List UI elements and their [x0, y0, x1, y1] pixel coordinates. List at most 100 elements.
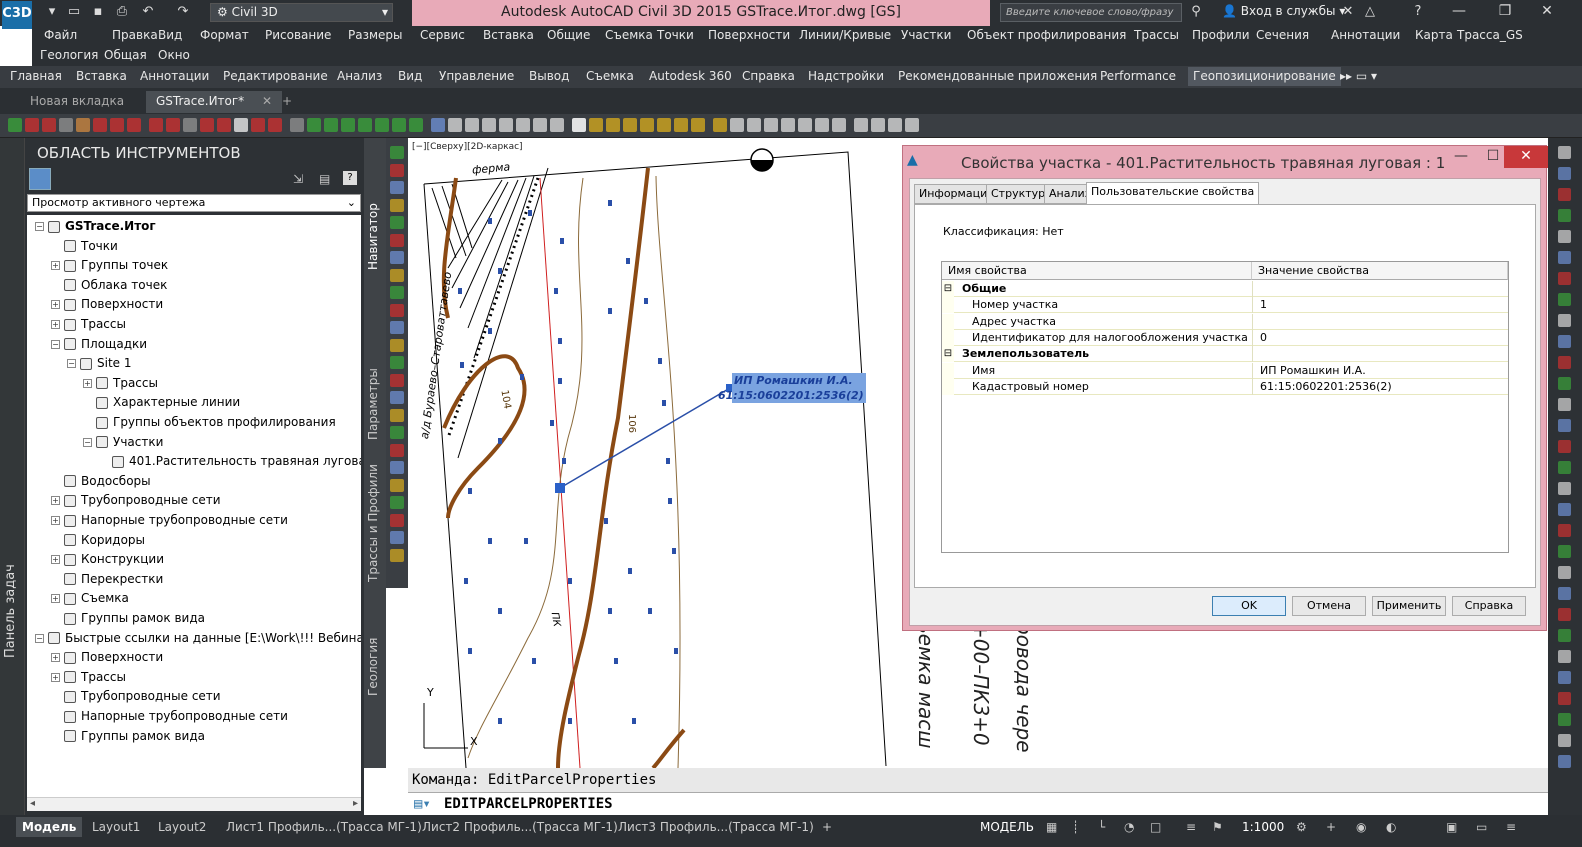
toolbar-tool-icon[interactable]	[691, 118, 705, 132]
ribbon-tab[interactable]: Аннотации	[140, 69, 209, 83]
draw-tool-icon[interactable]	[1558, 167, 1571, 180]
command-icon[interactable]: ▤▾	[414, 793, 431, 815]
tree-node[interactable]: + Конструкции	[51, 550, 164, 568]
menu-item[interactable]: Точки	[657, 28, 694, 42]
plus-icon[interactable]: +	[1320, 817, 1342, 837]
menu-item[interactable]: Профили	[1192, 28, 1250, 42]
layout-tab[interactable]: Лист2 Профиль...(Трасса МГ-1)	[416, 817, 624, 837]
palette-tool-icon[interactable]	[390, 268, 404, 282]
toolbar-tool-icon[interactable]	[431, 118, 445, 132]
toolbar-tool-icon[interactable]	[234, 118, 248, 132]
toolbar-tool-icon[interactable]	[409, 118, 423, 132]
annotation-scale[interactable]: 1:1000	[1236, 817, 1290, 837]
tree-node[interactable]: + Трассы	[51, 668, 126, 686]
expand-toggle-icon[interactable]: +	[51, 496, 60, 506]
layout-tab[interactable]: Модель	[16, 817, 83, 837]
menu-item[interactable]: Сервис	[420, 28, 465, 42]
clean-screen-icon[interactable]: ▭	[1470, 817, 1493, 837]
palette-tool-icon[interactable]	[390, 408, 404, 422]
menu-item[interactable]: Объект профилирования	[967, 28, 1126, 42]
toolbar-tool-icon[interactable]	[640, 118, 654, 132]
draw-tool-icon[interactable]	[1558, 587, 1571, 600]
toolbar-tool-icon[interactable]	[341, 118, 355, 132]
palette-tool-icon[interactable]	[390, 391, 404, 404]
expand-toggle-icon[interactable]: +	[51, 300, 60, 310]
toolbar-tool-icon[interactable]	[730, 118, 744, 132]
palette-tool-icon[interactable]	[390, 181, 404, 194]
model-space-toggle[interactable]: МОДЕЛЬ	[974, 817, 1040, 837]
menu-item[interactable]: Съемка	[605, 28, 653, 42]
palette-tool-icon[interactable]	[390, 216, 404, 229]
ribbon-expand-icon[interactable]: ▸▸ ▭ ▾	[1340, 69, 1377, 83]
expand-toggle-icon[interactable]: +	[51, 261, 60, 271]
parcel-label[interactable]: ИП Ромашкин И.А. 61:15:0602201:2536(2)	[718, 373, 866, 403]
toolbar-tool-icon[interactable]	[392, 118, 406, 132]
tree-node[interactable]: Характерные линии	[83, 393, 240, 411]
menu-item[interactable]: Сечения	[1256, 28, 1309, 42]
binoculars-icon[interactable]: ⚲	[1188, 4, 1204, 20]
toolbar-tool-icon[interactable]	[815, 118, 829, 132]
palette-tool-icon[interactable]	[390, 356, 404, 369]
toolbar-tool-icon[interactable]	[713, 118, 727, 132]
label-grip[interactable]	[555, 483, 565, 493]
draw-tool-icon[interactable]	[1558, 482, 1571, 495]
draw-tool-icon[interactable]	[1558, 650, 1571, 663]
toolbar-tool-icon[interactable]	[358, 118, 372, 132]
toolbar-tool-icon[interactable]	[93, 118, 107, 132]
property-row[interactable]: Идентификатор для налогообложения участк…	[942, 329, 1508, 346]
draw-tool-icon[interactable]	[1558, 356, 1571, 369]
draw-tool-icon[interactable]	[1558, 734, 1571, 747]
toolbar-tool-icon[interactable]	[623, 118, 637, 132]
draw-tool-icon[interactable]	[1558, 461, 1571, 474]
menu-item[interactable]: Карта	[1415, 28, 1453, 42]
toolbar-tool-icon[interactable]	[871, 118, 885, 132]
toolbar-tool-icon[interactable]	[59, 118, 73, 132]
tree-node[interactable]: + Съемка	[51, 589, 129, 607]
annotation-icon[interactable]: ⚑	[1206, 817, 1229, 837]
palette-tool-icon[interactable]	[390, 373, 404, 387]
draw-tool-icon[interactable]	[1558, 251, 1571, 264]
tree-node[interactable]: Группы рамок вида	[51, 609, 205, 627]
toolbar-tool-icon[interactable]	[149, 118, 163, 132]
palette-tool-icon[interactable]	[390, 496, 404, 509]
dropdown-arrow-icon[interactable]: ▾	[44, 4, 60, 20]
toolbar-tool-icon[interactable]	[465, 118, 479, 132]
pin-icon[interactable]: ⇲	[293, 172, 303, 186]
menu-item[interactable]: Рисование	[265, 28, 331, 42]
property-value[interactable]: ИП Ромашкин И.А.	[1260, 363, 1366, 379]
ribbon-tab[interactable]: Главная	[10, 69, 62, 83]
toolbar-tool-icon[interactable]	[606, 118, 620, 132]
col-header-name[interactable]: Имя свойства	[942, 262, 1252, 280]
toolbar-tool-icon[interactable]	[251, 118, 265, 132]
toolbar-tool-icon[interactable]	[183, 118, 197, 132]
minimize-button[interactable]: —	[1442, 0, 1476, 24]
expand-toggle-icon[interactable]: +	[51, 653, 60, 663]
restore-button[interactable]: ❐	[1488, 0, 1522, 24]
menu-item[interactable]: Аннотации	[1331, 28, 1400, 42]
a360-icon[interactable]: △	[1362, 4, 1378, 20]
toolbar-tool-icon[interactable]	[268, 118, 282, 132]
menu-item[interactable]: Правка	[112, 28, 158, 42]
layout-tab[interactable]: Layout2	[152, 817, 212, 837]
draw-tool-icon[interactable]	[1558, 755, 1571, 768]
expand-toggle-icon[interactable]: −	[35, 633, 44, 643]
scroll-left-icon[interactable]: ◂	[30, 798, 35, 809]
expand-toggle-icon[interactable]: +	[51, 594, 60, 604]
toolbar-tool-icon[interactable]	[832, 118, 846, 132]
tree-node[interactable]: Перекрестки	[51, 570, 163, 588]
palette-tool-icon[interactable]	[390, 478, 404, 492]
cancel-button[interactable]: Отмена	[1292, 596, 1366, 616]
menu-item[interactable]: Линии/Кривые	[799, 28, 891, 42]
draw-tool-icon[interactable]	[1558, 608, 1571, 621]
tree-node[interactable]: Трубопроводные сети	[51, 687, 221, 705]
tree-node[interactable]: 401.Растительность травяная луговая : 1	[99, 452, 361, 470]
property-row[interactable]: Номер участка 1	[942, 297, 1508, 314]
tree-node[interactable]: + Поверхности	[51, 648, 163, 666]
ortho-icon[interactable]: └	[1092, 817, 1111, 837]
ribbon-tab[interactable]: Редактирование	[223, 69, 328, 83]
menu-item[interactable]: Формат	[200, 28, 249, 42]
property-row[interactable]: Адрес участка	[942, 313, 1508, 330]
dialog-tab[interactable]: Пользовательские свойства	[1086, 182, 1260, 205]
palette-tool-icon[interactable]	[390, 321, 404, 334]
isolate-icon[interactable]: ◐	[1380, 817, 1402, 837]
